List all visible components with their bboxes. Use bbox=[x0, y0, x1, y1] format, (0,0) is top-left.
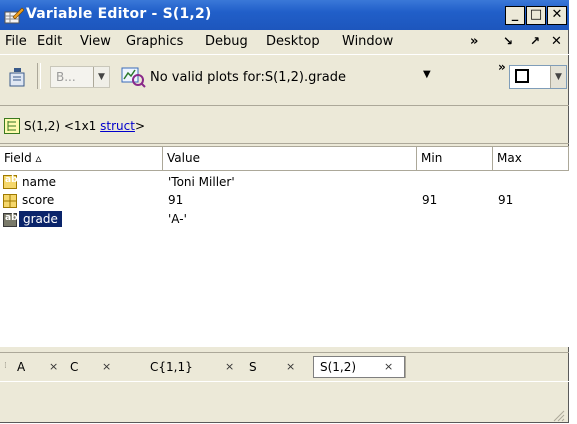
tab-close-icon[interactable]: × bbox=[49, 356, 58, 378]
field-name[interactable]: grade bbox=[18, 210, 63, 228]
base-combo-value: B... bbox=[56, 70, 76, 84]
variable-path-prefix: S(1,2) <1x1 bbox=[24, 119, 101, 133]
menu-view[interactable]: View bbox=[80, 34, 111, 49]
tab-a[interactable]: A × bbox=[17, 356, 65, 378]
import-data-icon[interactable] bbox=[8, 67, 26, 87]
tab-label: C{1,1} bbox=[150, 360, 193, 374]
tab-c[interactable]: C × bbox=[70, 356, 118, 378]
menu-debug[interactable]: Debug bbox=[205, 34, 248, 49]
toolbar: B... ▼ No valid plots for:S(1,2).grade ▼… bbox=[0, 54, 569, 106]
numeric-icon bbox=[3, 194, 17, 208]
menu-bar: File Edit View Graphics Debug Desktop Wi… bbox=[0, 31, 569, 53]
field-value[interactable]: 91 bbox=[168, 193, 183, 207]
struct-link[interactable]: struct bbox=[100, 119, 135, 133]
tab-close-icon[interactable]: × bbox=[102, 356, 111, 378]
tab-label: C bbox=[70, 360, 79, 374]
panel-close-icon[interactable]: ✕ bbox=[551, 34, 562, 49]
plot-selector-icon[interactable] bbox=[120, 66, 146, 88]
tab-close-icon[interactable]: × bbox=[286, 356, 295, 378]
maximize-button[interactable]: □ bbox=[526, 6, 546, 25]
tab-label: S(1,2) bbox=[320, 360, 357, 374]
menu-window[interactable]: Window bbox=[342, 34, 393, 49]
tab-close-icon[interactable]: × bbox=[225, 356, 234, 378]
variable-editor-window: Variable Editor - S(1,2) _ □ ✕ File Edit… bbox=[0, 0, 569, 423]
variable-editor-icon bbox=[4, 7, 24, 24]
toolbar-overflow-icon[interactable]: » bbox=[498, 60, 506, 74]
minimize-button[interactable]: _ bbox=[505, 6, 525, 25]
layout-square-icon bbox=[515, 69, 529, 83]
toolbar-separator bbox=[37, 63, 41, 89]
menu-file[interactable]: File bbox=[5, 34, 27, 49]
menu-edit[interactable]: Edit bbox=[37, 34, 62, 49]
tab-divider bbox=[405, 356, 406, 378]
menu-graphics[interactable]: Graphics bbox=[126, 34, 183, 49]
field-min: 91 bbox=[422, 193, 438, 207]
plot-status-text: No valid plots for:S(1,2).grade bbox=[150, 70, 346, 85]
menu-desktop[interactable]: Desktop bbox=[266, 34, 320, 49]
field-grid: Field ▵ Value Min Max ab name 'Toni Mill… bbox=[0, 146, 569, 347]
chevron-down-icon[interactable]: ▼ bbox=[93, 67, 109, 87]
title-bar[interactable]: Variable Editor - S(1,2) _ □ ✕ bbox=[0, 0, 569, 30]
dock-icon[interactable]: ↘ bbox=[503, 34, 513, 48]
column-header-max[interactable]: Max bbox=[493, 147, 569, 171]
field-name[interactable]: score bbox=[22, 193, 54, 207]
tab-close-icon[interactable]: × bbox=[384, 356, 393, 378]
variable-path-bar: S(1,2) <1x1 struct> bbox=[0, 107, 569, 144]
field-value[interactable]: 'Toni Miller' bbox=[168, 175, 235, 189]
window-title: Variable Editor - S(1,2) bbox=[26, 6, 212, 22]
tab-c11[interactable]: C{1,1} × bbox=[150, 356, 242, 378]
menu-overflow-icon[interactable]: » bbox=[470, 34, 478, 49]
status-bar bbox=[0, 381, 569, 424]
field-value[interactable]: 'A-' bbox=[168, 212, 187, 226]
layout-combo[interactable]: ▼ bbox=[509, 65, 567, 89]
char-icon: ab bbox=[3, 213, 18, 227]
base-combo[interactable]: B... ▼ bbox=[50, 66, 110, 88]
struct-icon bbox=[4, 118, 20, 134]
tab-label: S bbox=[249, 360, 257, 374]
column-header-min[interactable]: Min bbox=[417, 147, 493, 171]
column-header-field[interactable]: Field ▵ bbox=[0, 147, 163, 171]
undock-icon[interactable]: ↗ bbox=[530, 34, 540, 48]
column-header-value[interactable]: Value bbox=[163, 147, 417, 171]
document-tab-strip: ⁞ A × C × C{1,1} × S × S(1,2) × bbox=[0, 352, 569, 381]
plot-dropdown-icon[interactable]: ▼ bbox=[423, 69, 431, 80]
variable-path-suffix: > bbox=[134, 119, 145, 133]
close-button[interactable]: ✕ bbox=[547, 6, 567, 25]
field-max: 91 bbox=[498, 193, 514, 207]
tab-s[interactable]: S × bbox=[249, 356, 297, 378]
tab-s12[interactable]: S(1,2) × bbox=[313, 356, 405, 378]
layout-chevron-down-icon[interactable]: ▼ bbox=[550, 66, 566, 88]
variable-path: S(1,2) <1x1 struct> bbox=[24, 119, 145, 133]
drag-handle-icon[interactable]: ⁞ bbox=[4, 361, 7, 371]
resize-grip-icon[interactable] bbox=[551, 408, 565, 422]
char-icon: ab bbox=[3, 175, 18, 189]
field-name[interactable]: name bbox=[22, 175, 56, 189]
tab-label: A bbox=[17, 360, 26, 374]
